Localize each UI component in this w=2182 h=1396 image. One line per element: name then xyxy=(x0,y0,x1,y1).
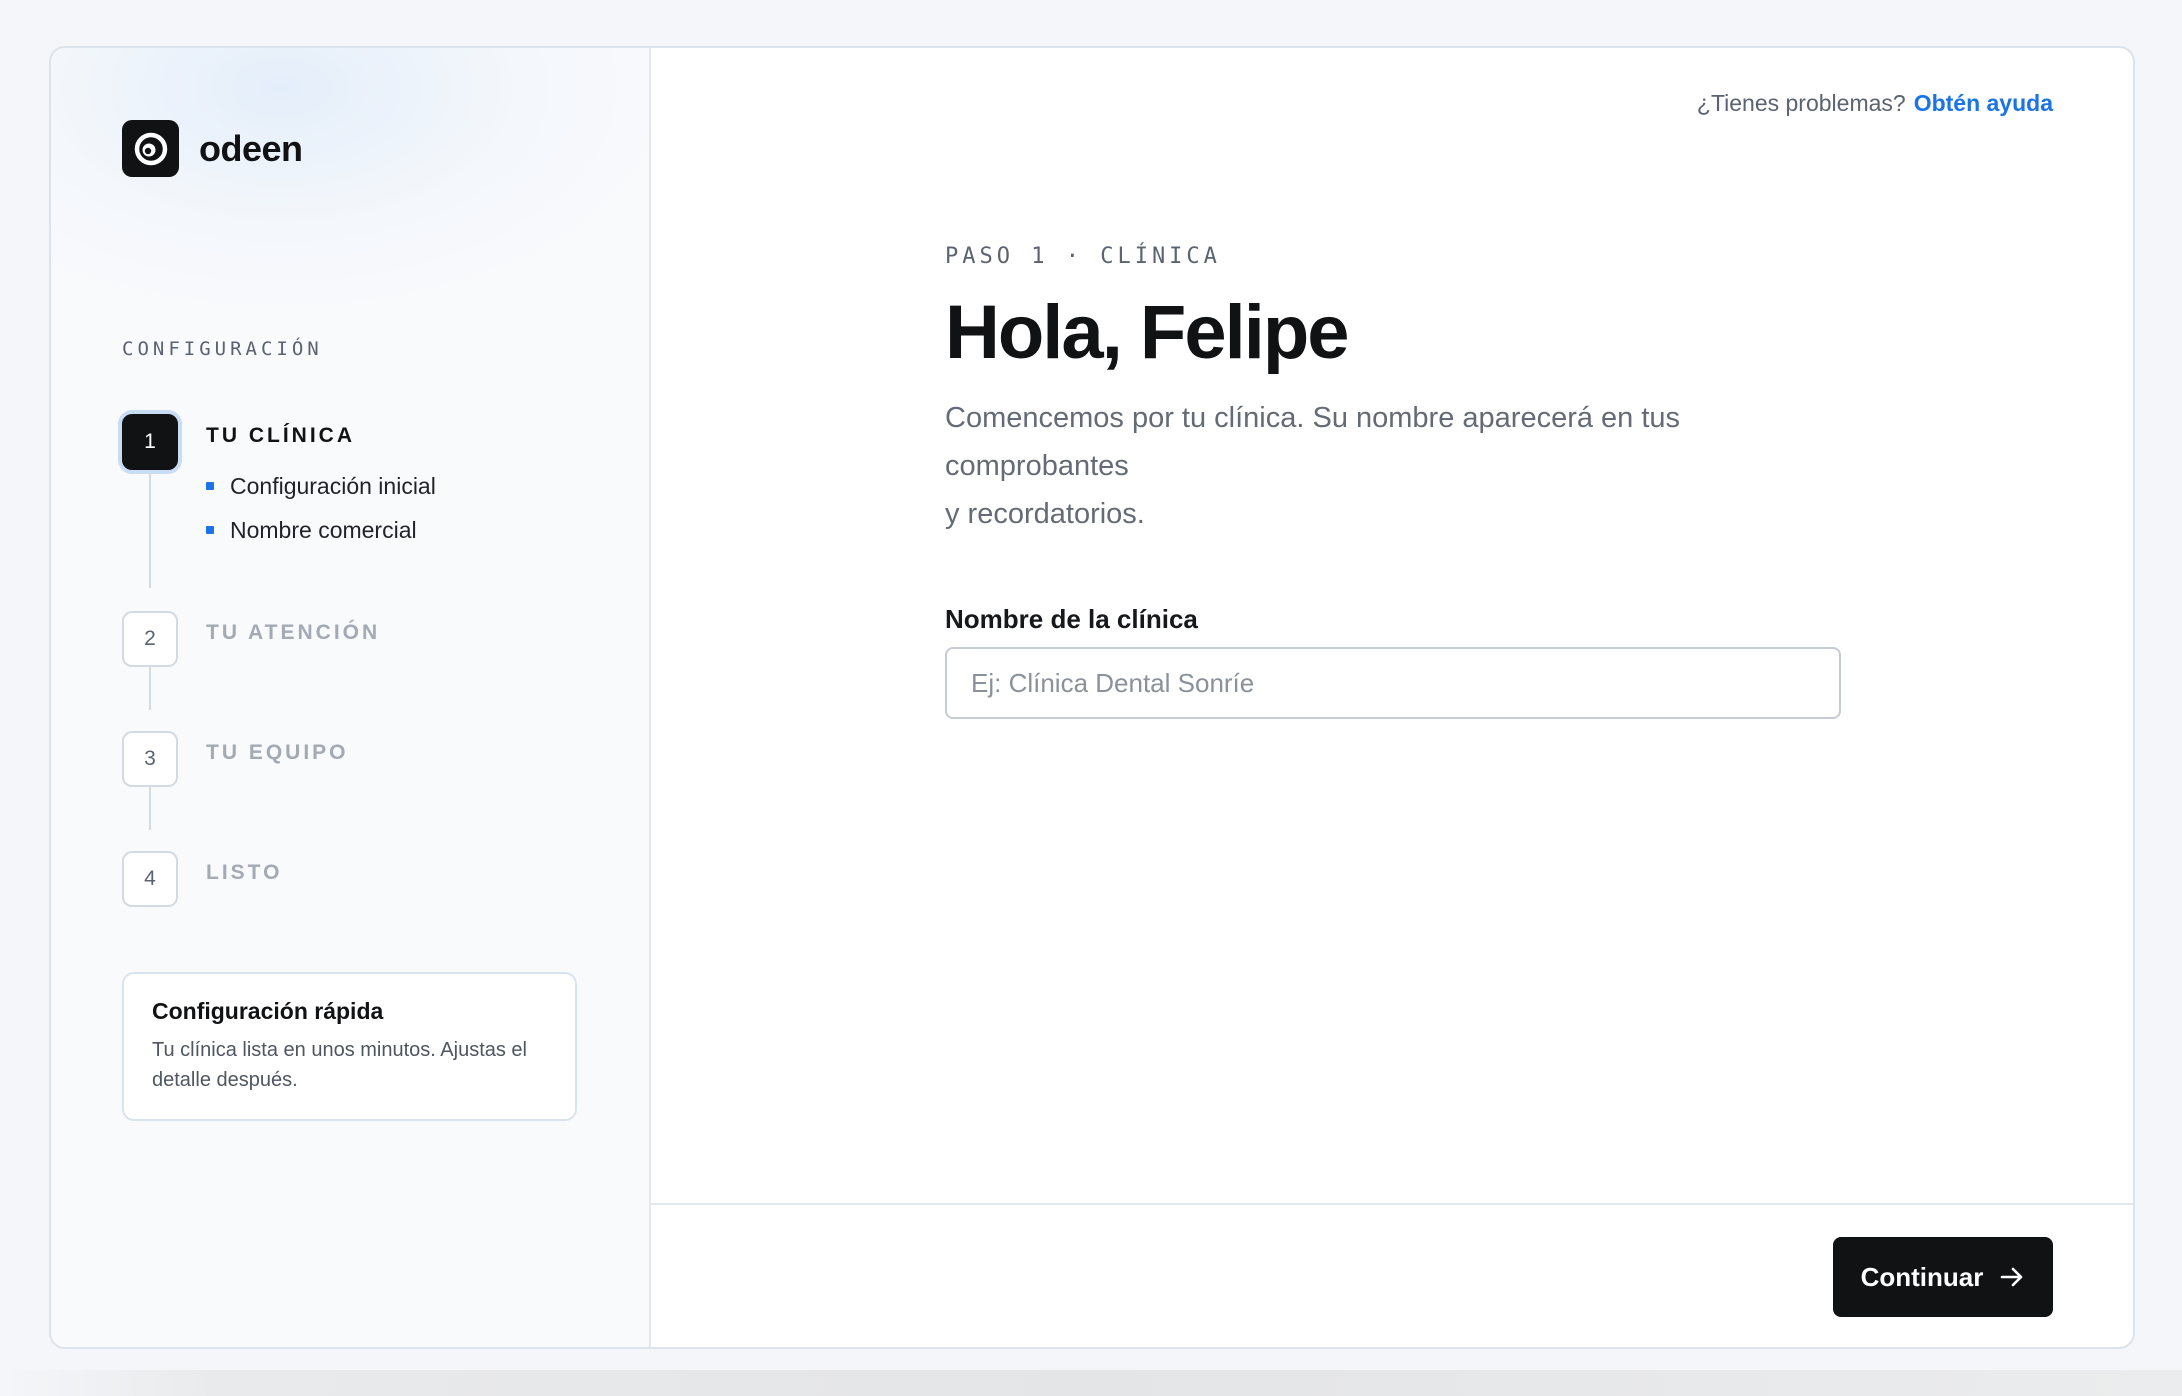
info-card-text: Tu clínica lista en unos minutos. Ajusta… xyxy=(152,1039,527,1091)
step-title: LISTO xyxy=(206,861,283,884)
step-list: 1 TU CLÍNICA Configuración inicial Nombr… xyxy=(122,368,602,928)
step-number: 2 xyxy=(122,611,178,667)
clinic-name-input[interactable] xyxy=(945,647,1841,719)
bullet-icon xyxy=(206,482,214,490)
step-4[interactable]: 4 LISTO xyxy=(122,851,282,907)
step-title: TU CLÍNICA xyxy=(206,424,355,447)
substep-item[interactable]: Configuración inicial xyxy=(206,464,436,508)
form-content: PASO 1 · CLÍNICA Hola, Felipe Comencemos… xyxy=(945,244,1845,719)
form-footer: Continuar xyxy=(651,1203,2133,1347)
main-panel: ¿Tienes problemas? Obtén ayuda PASO 1 · C… xyxy=(651,48,2133,1347)
step-number: 4 xyxy=(122,851,178,907)
step-3[interactable]: 3 TU EQUIPO xyxy=(122,731,349,787)
help-prompt: ¿Tienes problemas? xyxy=(1696,90,1906,116)
subtitle-line: Comencemos por tu clínica. Su nombre apa… xyxy=(945,402,1681,482)
bullet-icon xyxy=(206,526,214,534)
odeen-logo-icon xyxy=(122,120,179,177)
step-number: 3 xyxy=(122,731,178,787)
step-title: TU ATENCIÓN xyxy=(206,621,381,644)
help-link[interactable]: Obtén ayuda xyxy=(1914,90,2053,116)
subtitle-line: y recordatorios. xyxy=(945,498,1145,530)
step-eyebrow: PASO 1 · CLÍNICA xyxy=(945,244,1221,269)
step-number: 1 xyxy=(122,414,178,470)
step-2[interactable]: 2 TU ATENCIÓN xyxy=(122,611,380,667)
quick-setup-card: Configuración rápida Tu clínica lista en… xyxy=(122,972,577,1121)
substep-label: Configuración inicial xyxy=(230,472,436,499)
substep-label: Nombre comercial xyxy=(230,516,417,543)
section-label: CONFIGURACIÓN xyxy=(122,338,323,360)
continue-label: Continuar xyxy=(1860,1261,1984,1292)
brand-name: odeen xyxy=(199,127,303,169)
sidebar: odeen CONFIGURACIÓN 1 TU CLÍNICA Configu… xyxy=(51,48,651,1347)
taskbar-strip xyxy=(0,1370,2182,1396)
step-1[interactable]: 1 TU CLÍNICA xyxy=(122,414,355,470)
brand-logo: odeen xyxy=(122,120,303,177)
arrow-right-icon xyxy=(2001,1267,2023,1287)
substep-item[interactable]: Nombre comercial xyxy=(206,508,436,552)
page-title: Hola, Felipe xyxy=(945,290,1350,375)
help-area: ¿Tienes problemas? Obtén ayuda xyxy=(1697,90,2053,117)
onboarding-window: odeen CONFIGURACIÓN 1 TU CLÍNICA Configu… xyxy=(49,46,2135,1349)
continue-button[interactable]: Continuar xyxy=(1833,1237,2053,1317)
clinic-name-label: Nombre de la clínica xyxy=(945,604,1198,634)
page-subtitle: Comencemos por tu clínica. Su nombre apa… xyxy=(945,394,1845,538)
info-card-title: Configuración rápida xyxy=(152,998,384,1024)
substep-list: Configuración inicial Nombre comercial xyxy=(206,464,436,552)
step-title: TU EQUIPO xyxy=(206,741,349,764)
